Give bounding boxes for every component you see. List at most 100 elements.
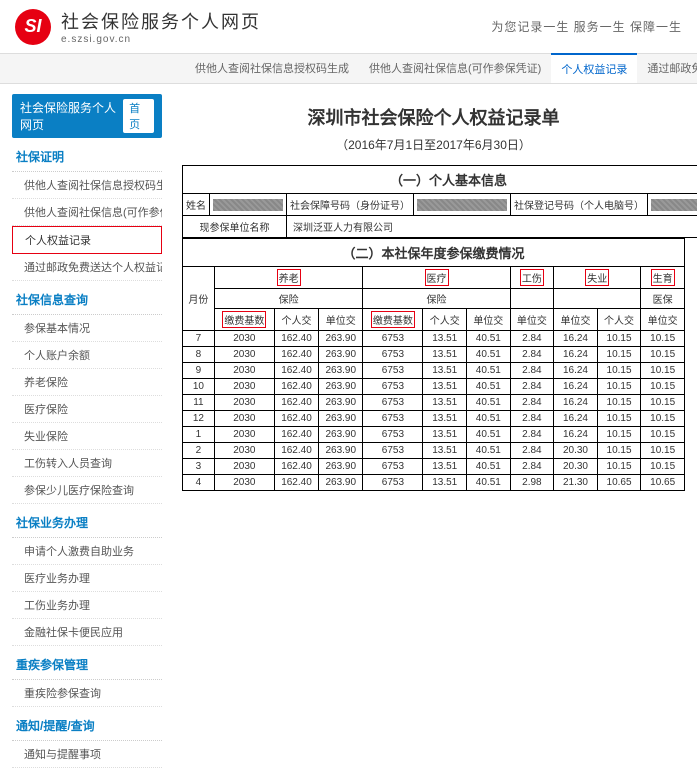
cell: 2030 — [214, 427, 274, 443]
sidebar-item[interactable]: 申请个人激费自助业务 — [12, 538, 162, 565]
col-month: 月份 — [183, 267, 215, 331]
sidebar-item[interactable]: 养老保险 — [12, 369, 162, 396]
cell: 2 — [183, 443, 215, 459]
cell: 263.90 — [319, 443, 363, 459]
cell: 162.40 — [274, 427, 318, 443]
cell: 9 — [183, 363, 215, 379]
sidebar-item[interactable]: 医疗保险 — [12, 396, 162, 423]
cell: 40.51 — [467, 363, 511, 379]
table-row: 42030162.40263.90675313.5140.512.9821.30… — [183, 475, 685, 491]
cell: 2030 — [214, 475, 274, 491]
cell: 263.90 — [319, 411, 363, 427]
cell: 40.51 — [467, 411, 511, 427]
cell: 13.51 — [423, 443, 467, 459]
sidebar-item[interactable]: 重疾险参保查询 — [12, 680, 162, 707]
sidebar-item[interactable]: 失业保险 — [12, 423, 162, 450]
cell: 40.51 — [467, 443, 511, 459]
cell: 162.40 — [274, 395, 318, 411]
cell: 16.24 — [554, 331, 598, 347]
sub-head: 医保 — [641, 289, 685, 309]
cell: 2.84 — [510, 443, 554, 459]
cell: 6753 — [363, 411, 423, 427]
section2-title: （二）本社保年度参保缴费情况 — [183, 239, 685, 267]
cell: 2.84 — [510, 379, 554, 395]
tab-供他人查阅社保信息授权码生成[interactable]: 供他人查阅社保信息授权码生成 — [185, 54, 359, 83]
cell: 162.40 — [274, 379, 318, 395]
cell: 6753 — [363, 347, 423, 363]
col-head: 单位交 — [641, 309, 685, 331]
cell: 4 — [183, 475, 215, 491]
cell: 2030 — [214, 411, 274, 427]
value-employer: 深圳泛亚人力有限公司 — [287, 216, 697, 238]
page-header: SI 社会保险服务个人网页 e.szsi.gov.cn 为您记录一生 服务一生 … — [0, 0, 697, 54]
cell: 6753 — [363, 459, 423, 475]
sidebar-item[interactable]: 供他人查阅社保信息授权码生成 — [12, 172, 162, 199]
cell: 40.51 — [467, 379, 511, 395]
sidebar-item[interactable]: 医疗业务办理 — [12, 565, 162, 592]
col-head: 缴费基数 — [363, 309, 423, 331]
cell: 10.15 — [597, 331, 641, 347]
cell: 40.51 — [467, 427, 511, 443]
home-button[interactable]: 首页 — [123, 99, 154, 133]
cell: 40.51 — [467, 459, 511, 475]
sidebar-item[interactable]: 个人权益记录 — [12, 226, 162, 254]
cell: 2.98 — [510, 475, 554, 491]
cell: 10.15 — [641, 347, 685, 363]
col-head: 单位交 — [319, 309, 363, 331]
cell: 13.51 — [423, 363, 467, 379]
sidebar-header: 社会保险服务个人网页 首页 — [12, 94, 162, 138]
cell: 10.15 — [597, 443, 641, 459]
cell: 16.24 — [554, 395, 598, 411]
sidebar: 社会保险服务个人网页 首页 社保证明供他人查阅社保信息授权码生成供他人查阅社保信… — [0, 84, 170, 778]
sidebar-item[interactable]: 供他人查阅社保信息(可作参保凭证) — [12, 199, 162, 226]
cell: 10.15 — [597, 379, 641, 395]
sidebar-group: 通知/提醒/查询 — [12, 711, 162, 741]
cell: 263.90 — [319, 395, 363, 411]
sidebar-group: 社保证明 — [12, 142, 162, 172]
cell: 162.40 — [274, 475, 318, 491]
cell: 10.15 — [641, 443, 685, 459]
table-row: 12030162.40263.90675313.5140.512.8416.24… — [183, 427, 685, 443]
col-head: 个人交 — [274, 309, 318, 331]
cell: 2.84 — [510, 331, 554, 347]
sidebar-item[interactable]: 通知与提醒事项 — [12, 741, 162, 768]
cat-head: 养老 — [214, 267, 363, 289]
cat-head: 失业 — [554, 267, 641, 289]
cell: 263.90 — [319, 427, 363, 443]
cell: 10.15 — [641, 331, 685, 347]
cell: 10.15 — [597, 347, 641, 363]
label-name: 姓名 — [183, 194, 210, 216]
cell: 162.40 — [274, 363, 318, 379]
tab-个人权益记录[interactable]: 个人权益记录 — [551, 53, 637, 83]
sidebar-item[interactable]: 通过邮政免费送达个人权益记录单 — [12, 254, 162, 281]
cell: 40.51 — [467, 331, 511, 347]
cell: 2030 — [214, 395, 274, 411]
cell: 6753 — [363, 331, 423, 347]
cell: 11 — [183, 395, 215, 411]
cell: 162.40 — [274, 443, 318, 459]
cell: 6753 — [363, 363, 423, 379]
cell: 162.40 — [274, 411, 318, 427]
cell: 40.51 — [467, 347, 511, 363]
cell: 40.51 — [467, 475, 511, 491]
sidebar-item[interactable]: 参保基本情况 — [12, 315, 162, 342]
value-reg — [648, 194, 697, 216]
sidebar-item[interactable]: 金融社保卡便民应用 — [12, 619, 162, 646]
tab-供他人查阅社保信息(可作参保凭证)[interactable]: 供他人查阅社保信息(可作参保凭证) — [359, 54, 551, 83]
cell: 10.15 — [641, 411, 685, 427]
cell: 2.84 — [510, 347, 554, 363]
cell: 2030 — [214, 443, 274, 459]
sub-head — [554, 289, 641, 309]
sidebar-item[interactable]: 个人账户余额 — [12, 342, 162, 369]
table-row: 122030162.40263.90675313.5140.512.8416.2… — [183, 411, 685, 427]
basic-info-table: （一）个人基本信息 姓名 社会保障号码（身份证号） 社保登记号码（个人电脑号） … — [182, 165, 697, 238]
cat-head: 医疗 — [363, 267, 510, 289]
cell: 2.84 — [510, 459, 554, 475]
cell: 3 — [183, 459, 215, 475]
tab-通过邮政免费送达个人权益记录单[interactable]: 通过邮政免费送达个人权益记录单 — [637, 54, 697, 83]
sidebar-item[interactable]: 工伤业务办理 — [12, 592, 162, 619]
cell: 10.15 — [641, 363, 685, 379]
cell: 16.24 — [554, 379, 598, 395]
cell: 40.51 — [467, 395, 511, 411]
sidebar-item[interactable]: 工伤转入人员查询 — [12, 450, 162, 477]
